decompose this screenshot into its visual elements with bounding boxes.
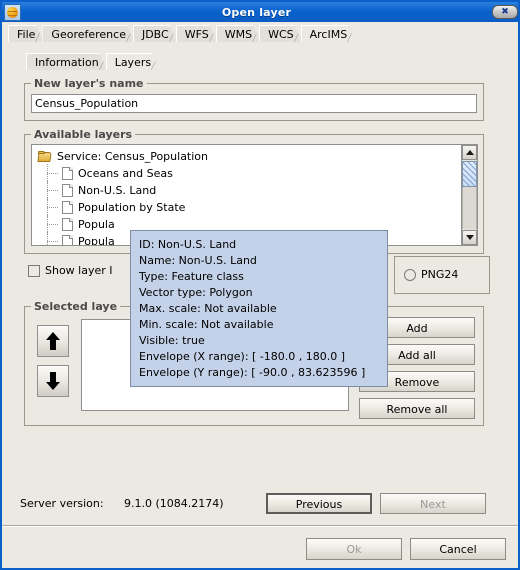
show-layer-id-checkbox[interactable]: [28, 264, 40, 277]
document-icon: [62, 218, 73, 231]
footer-divider-highlight: [2, 526, 518, 527]
tab-wcs[interactable]: WCS: [259, 25, 302, 42]
dialog-footer: Ok Cancel: [298, 538, 506, 560]
tooltip-line-envelope-x: Envelope (X range): [ -180.0 , 180.0 ]: [139, 350, 346, 363]
scroll-up-icon[interactable]: [462, 145, 477, 160]
tab-label: File: [17, 28, 36, 41]
tab-label: WMS: [224, 28, 253, 41]
tooltip-line-type: Type: Feature class: [139, 270, 244, 283]
tree-row-service[interactable]: Service: Census_Population: [32, 148, 462, 165]
tab-label: Layers: [114, 56, 152, 69]
folder-open-icon: [38, 150, 52, 163]
group-title: New layer's name: [31, 77, 147, 90]
tree-label: Population by State: [78, 201, 186, 214]
tree-label: Oceans and Seas: [78, 167, 173, 180]
main-tabstrip: File Georeference JDBC WFS WMS WCS ArcIM…: [2, 22, 518, 42]
tooltip-line-visible: Visible: true: [139, 334, 205, 347]
document-icon: [62, 167, 73, 180]
tree-label: Popula: [78, 218, 115, 231]
server-version-value: 9.1.0 (1084.2174): [124, 496, 224, 510]
move-up-button[interactable]: [37, 325, 69, 357]
tree-row[interactable]: Non-U.S. Land: [32, 181, 462, 200]
tooltip-line-id: ID: Non-U.S. Land: [139, 238, 237, 251]
tooltip-line-envelope-y: Envelope (Y range): [ -90.0 , 83.623596 …: [139, 366, 366, 379]
tooltip-line-min-scale: Min. scale: Not available: [139, 318, 274, 331]
tree-vertical-scrollbar[interactable]: [461, 145, 477, 245]
show-layer-id-row[interactable]: Show layer I: [28, 264, 113, 277]
close-icon[interactable]: ✖: [492, 5, 518, 19]
tooltip-line-max-scale: Max. scale: Not available: [139, 302, 277, 315]
scrollbar-track[interactable]: [462, 187, 477, 229]
tooltip-line-vector-type: Vector type: Polygon: [139, 286, 253, 299]
tree-label: Popula: [78, 235, 115, 246]
tree-connector: [44, 215, 62, 234]
tooltip-line-name: Name: Non-U.S. Land: [139, 254, 257, 267]
window-title: Open layer: [221, 5, 292, 19]
tab-information[interactable]: Information: [26, 53, 107, 70]
previous-button[interactable]: Previous: [266, 492, 372, 514]
ok-button[interactable]: Ok: [306, 538, 402, 560]
image-format-group: PNG24: [394, 256, 490, 294]
server-version-label: Server version:: [20, 496, 104, 510]
tab-wms[interactable]: WMS: [216, 25, 260, 42]
arrow-up-icon: [46, 332, 60, 350]
tab-label: WFS: [184, 28, 209, 41]
arrow-down-icon: [46, 372, 60, 390]
tree-connector: [44, 181, 62, 200]
png24-row[interactable]: PNG24: [404, 268, 458, 281]
tree-label: Non-U.S. Land: [78, 184, 157, 197]
tree-row[interactable]: Oceans and Seas: [32, 164, 462, 183]
scrollbar-thumb[interactable]: [462, 161, 477, 187]
layer-name-input[interactable]: [31, 94, 477, 113]
open-layer-dialog: Open layer ✖ File Georeference JDBC WFS …: [0, 0, 520, 570]
group-title: Selected laye: [31, 300, 121, 313]
tab-label: Information: [35, 56, 99, 69]
tab-wfs[interactable]: WFS: [176, 25, 217, 42]
tree-row[interactable]: Population by State: [32, 198, 462, 217]
tab-label: JDBC: [141, 28, 169, 41]
server-version-row: Server version: 9.1.0 (1084.2174) Previo…: [20, 492, 503, 514]
next-button[interactable]: Next: [380, 492, 486, 514]
document-icon: [62, 184, 73, 197]
globe-icon: [7, 6, 18, 18]
group-title: Available layers: [31, 128, 136, 141]
window-icon: [4, 3, 21, 21]
tab-label: ArcIMS: [309, 28, 348, 41]
remove-all-button[interactable]: Remove all: [359, 398, 475, 419]
tree-connector: [44, 232, 62, 245]
document-icon: [62, 235, 73, 245]
title-bar: Open layer ✖: [2, 2, 518, 22]
tab-label: Georeference: [51, 28, 126, 41]
tab-layers[interactable]: Layers: [106, 53, 159, 70]
tab-label: WCS: [268, 28, 294, 41]
tree-connector: [44, 198, 62, 217]
document-icon: [62, 201, 73, 214]
tab-georeference[interactable]: Georeference: [42, 25, 134, 42]
move-down-button[interactable]: [37, 365, 69, 397]
tab-file[interactable]: File: [8, 25, 43, 42]
tree-connector: [44, 164, 62, 183]
tree-label: Service: Census_Population: [57, 150, 209, 163]
cancel-button[interactable]: Cancel: [410, 538, 506, 560]
png24-radio[interactable]: [404, 268, 416, 281]
new-layer-name-group: New layer's name: [24, 77, 484, 121]
png24-label: PNG24: [421, 268, 459, 281]
show-layer-id-label: Show layer I: [45, 264, 113, 277]
tab-jdbc[interactable]: JDBC: [133, 25, 177, 42]
layer-info-tooltip: ID: Non-U.S. Land Name: Non-U.S. Land Ty…: [130, 230, 388, 387]
scroll-down-icon[interactable]: [462, 230, 477, 245]
sub-tabstrip: Information Layers: [20, 50, 500, 70]
tab-arcims[interactable]: ArcIMS: [301, 25, 356, 42]
